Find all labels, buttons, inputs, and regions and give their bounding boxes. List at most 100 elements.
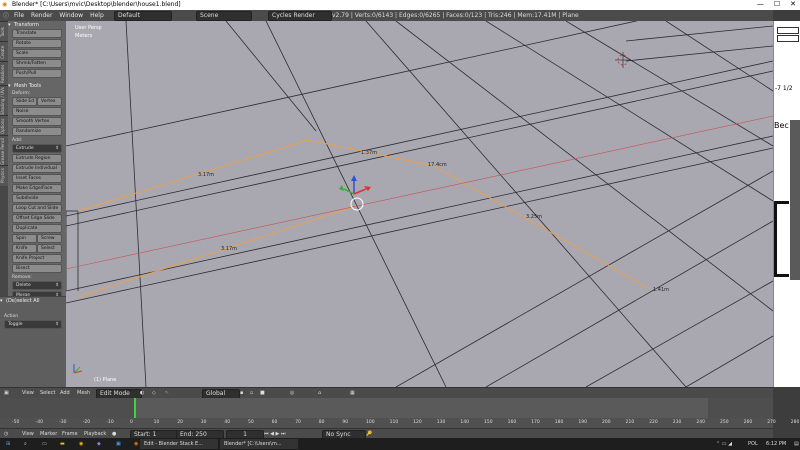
action-dropdown[interactable]: Toggle ⇕ bbox=[4, 320, 62, 329]
blender-logo-icon: ◉ bbox=[2, 1, 8, 8]
tab-physics[interactable]: Physics bbox=[0, 165, 8, 186]
editor-type-icon[interactable]: ▣ bbox=[4, 390, 9, 396]
taskbar-app-blender[interactable]: Blender* [C:\Users\m... bbox=[220, 439, 298, 449]
tab-options[interactable]: Options bbox=[0, 115, 8, 136]
notifications-icon[interactable]: ▤ bbox=[790, 439, 800, 449]
timeline-tick-label: 100 bbox=[366, 420, 375, 425]
menu-frame[interactable]: Frame bbox=[62, 431, 78, 437]
close-button[interactable]: ✕ bbox=[790, 0, 796, 8]
loop-cut-slide-button[interactable]: Loop Cut and Slide bbox=[12, 204, 62, 213]
rotate-button[interactable]: Rotate bbox=[12, 39, 62, 48]
scene-selector[interactable]: Scene bbox=[196, 11, 252, 21]
view-axis-icon bbox=[73, 364, 83, 374]
inset-faces-button[interactable]: Inset Faces bbox=[12, 174, 62, 183]
bisect-button[interactable]: Bisect bbox=[12, 264, 62, 273]
maximize-button[interactable]: ☐ bbox=[774, 0, 780, 8]
face-select-icon[interactable]: ■ bbox=[260, 390, 265, 396]
info-menu: File Render Window Help bbox=[14, 12, 104, 19]
mesh-tools-panel-title[interactable]: Mesh Tools bbox=[8, 82, 66, 90]
viewport-scene: 1.37m 3.17m 17.4cm 3.17m 3.25m 1.41m bbox=[66, 21, 773, 387]
menu-playback[interactable]: Playback bbox=[84, 431, 106, 437]
shrink-fatten-button[interactable]: Shrink/Fatten bbox=[12, 59, 62, 68]
start-icon[interactable]: ⊞ bbox=[2, 439, 14, 449]
menu-marker[interactable]: Marker bbox=[40, 431, 57, 437]
timeline-editor[interactable]: -50 -40 -30 -20 -10 0 10 20 30 40 50 60 70 80 90 100 110… bbox=[0, 398, 799, 428]
vertex-select-icon[interactable]: ▪ bbox=[240, 390, 243, 396]
menu-view[interactable]: View bbox=[22, 390, 34, 396]
active-object-label: (1) Plane bbox=[94, 377, 117, 383]
operator-panel: (De)select All Action Toggle ⇕ bbox=[0, 296, 66, 388]
play-controls-icon[interactable]: ⏮ ◀ ▶ ⏭ bbox=[264, 431, 285, 437]
scale-button[interactable]: Scale bbox=[12, 49, 62, 58]
proportional-edit-icon[interactable]: ◎ bbox=[290, 390, 294, 396]
3d-cursor-icon[interactable] bbox=[615, 52, 631, 68]
layout-selector[interactable]: Default bbox=[114, 11, 172, 21]
extrude-region-button[interactable]: Extrude Region bbox=[12, 154, 62, 163]
menu-mesh[interactable]: Mesh bbox=[77, 390, 90, 396]
screw-button[interactable]: Screw bbox=[37, 234, 62, 243]
subdivide-button[interactable]: Subdivide bbox=[12, 194, 62, 203]
pivot-icon[interactable]: ◇ bbox=[152, 390, 156, 396]
transform-panel-title[interactable]: Transform bbox=[8, 21, 66, 29]
menu-window[interactable]: Window bbox=[59, 12, 83, 19]
delete-dropdown[interactable]: Delete ⇕ bbox=[12, 281, 62, 290]
tray-icons[interactable]: ⌃ ▭ ◢ bbox=[712, 439, 736, 449]
tab-grease-pencil[interactable]: Grease Pencil bbox=[0, 135, 8, 166]
menu-select[interactable]: Select bbox=[40, 390, 55, 396]
clock-icon[interactable]: ◷ bbox=[4, 431, 8, 437]
minimize-button[interactable]: — bbox=[757, 0, 764, 8]
render-preview-icon[interactable]: ▦ bbox=[350, 390, 355, 396]
chrome-icon[interactable]: ◉ bbox=[75, 439, 87, 449]
snap-icon[interactable]: ⌂ bbox=[318, 390, 321, 396]
menu-file[interactable]: File bbox=[14, 12, 24, 19]
edge-select-icon[interactable]: ▫ bbox=[250, 390, 253, 396]
duplicate-button[interactable]: Duplicate bbox=[12, 224, 62, 233]
render-engine-selector[interactable]: Cycles Render bbox=[268, 11, 332, 21]
slide-edge-button[interactable]: Slide Ed bbox=[12, 97, 37, 106]
task-view-icon[interactable]: ▭ bbox=[38, 439, 51, 449]
extrude-individual-button[interactable]: Extrude Individual bbox=[12, 164, 62, 173]
operator-title[interactable]: (De)select All bbox=[0, 297, 66, 305]
3d-viewport[interactable]: 1.37m 3.17m 17.4cm 3.17m 3.25m 1.41m Use… bbox=[66, 21, 773, 387]
keying-icon[interactable]: 🔑 bbox=[366, 431, 372, 437]
randomize-button[interactable]: Randomize bbox=[12, 127, 62, 136]
scene-stats: v2.79 | Verts:0/6143 | Edges:0/6265 | Fa… bbox=[332, 12, 579, 19]
clock[interactable]: 6:12 PM bbox=[762, 439, 790, 449]
window-titlebar: ◉ Blender* [C:\Users\mvic\Desktop\blende… bbox=[0, 0, 800, 10]
extrude-dropdown[interactable]: Extrude ⇕ bbox=[12, 144, 62, 153]
knife-select-button[interactable]: Select bbox=[37, 244, 62, 253]
app-icon[interactable]: ▣ bbox=[112, 439, 125, 449]
search-icon[interactable]: ⌕ bbox=[20, 439, 31, 449]
tab-create[interactable]: Create bbox=[0, 41, 8, 62]
knife-button[interactable]: Knife bbox=[12, 244, 37, 253]
tab-shading-uvs[interactable]: Shading / UVs bbox=[0, 85, 8, 116]
translate-button[interactable]: Translate bbox=[12, 29, 62, 38]
tab-relations[interactable]: Relations bbox=[0, 61, 8, 86]
tab-tools[interactable]: Tools bbox=[0, 21, 8, 42]
visual-studio-icon[interactable]: ◆ bbox=[93, 439, 105, 449]
timeline-tick-label: 210 bbox=[625, 420, 635, 425]
language-indicator[interactable]: POL bbox=[744, 439, 762, 449]
measure-label: 17.4cm bbox=[428, 162, 447, 168]
menu-render[interactable]: Render bbox=[31, 12, 52, 19]
push-pull-button[interactable]: Push/Pull bbox=[12, 69, 62, 78]
timeline-tick-label: -50 bbox=[12, 420, 20, 425]
menu-help[interactable]: Help bbox=[90, 12, 104, 19]
editor-type-icon[interactable]: ⓘ bbox=[3, 11, 9, 20]
make-edge-face-button[interactable]: Make Edge/Face bbox=[12, 184, 62, 193]
menu-add[interactable]: Add bbox=[60, 390, 70, 396]
record-icon[interactable]: ● bbox=[112, 431, 116, 437]
timeline-tick-label: 280 bbox=[790, 420, 800, 425]
knife-project-button[interactable]: Knife Project bbox=[12, 254, 62, 263]
file-explorer-icon[interactable]: ▬ bbox=[56, 439, 69, 449]
taskbar-app-browser[interactable]: Edit - Blender Stack E... bbox=[140, 439, 218, 449]
spin-button[interactable]: Spin bbox=[12, 234, 37, 243]
menu-view[interactable]: View bbox=[22, 431, 34, 437]
manipulator-toggle-icon[interactable]: ↖ bbox=[165, 390, 169, 396]
smooth-vertex-button[interactable]: Smooth Vertex bbox=[12, 117, 62, 126]
shading-icon[interactable]: ◐ bbox=[140, 390, 144, 396]
offset-edge-slide-button[interactable]: Offset Edge Slide bbox=[12, 214, 62, 223]
vertex-slide-button[interactable]: Vertex bbox=[37, 97, 62, 106]
transform-manipulator-icon[interactable] bbox=[339, 175, 371, 211]
noise-button[interactable]: Noise bbox=[12, 107, 62, 116]
